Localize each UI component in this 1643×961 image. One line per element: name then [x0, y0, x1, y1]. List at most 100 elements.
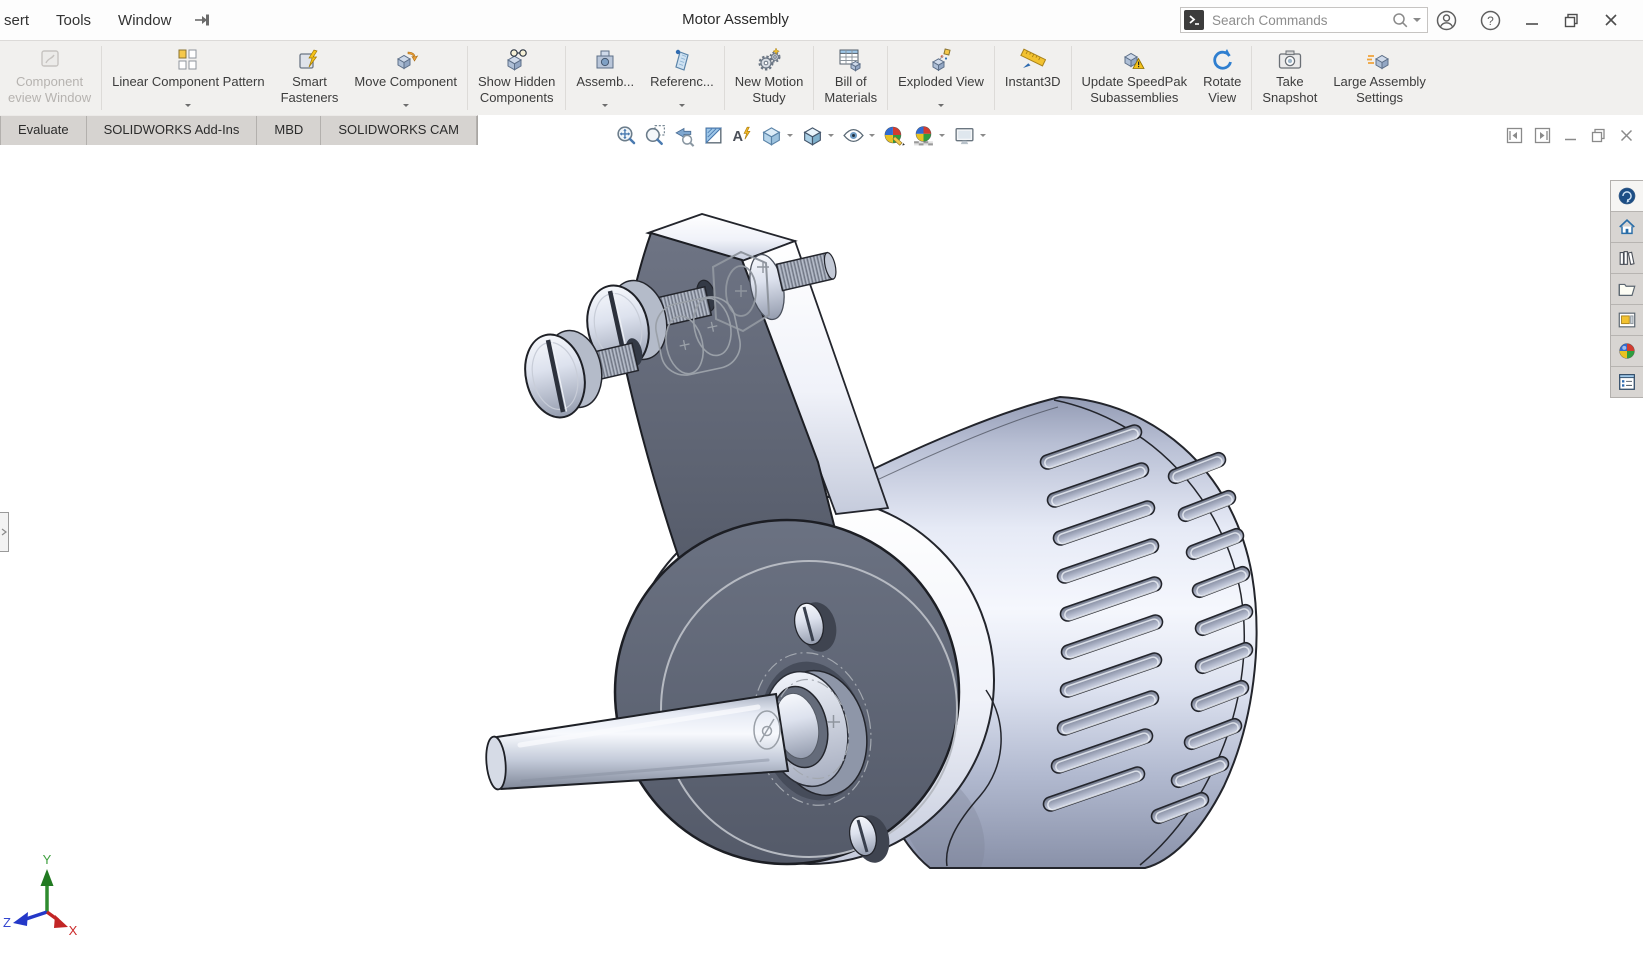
linear-component-pattern-icon	[176, 46, 200, 74]
account-button[interactable]	[1436, 10, 1457, 31]
ribbon-button-bill-of-materials[interactable]: Bill of Materials	[816, 41, 885, 115]
graphics-area[interactable]: Y Z X	[0, 145, 1643, 956]
restore-window-button[interactable]	[1563, 12, 1580, 29]
user-account-icon	[1436, 10, 1457, 31]
solidworks-search-icon	[1184, 10, 1204, 30]
ribbon-separator	[994, 46, 995, 110]
ribbon-button-exploded-view[interactable]: Exploded View	[890, 41, 992, 115]
help-button[interactable]: ?	[1480, 10, 1501, 31]
tab-solidworks-cam[interactable]: SOLIDWORKS CAM	[321, 116, 477, 145]
apply-scene-icon	[912, 124, 935, 147]
ribbon-button-rotate-view[interactable]: Rotate View	[1195, 41, 1249, 115]
ribbon-button-smart-fasteners[interactable]: Smart Fasteners	[273, 41, 347, 115]
menu-window[interactable]: Window	[118, 12, 171, 29]
dropdown-caret-icon[interactable]	[869, 134, 875, 140]
menu-insert[interactable]: sert	[4, 12, 29, 29]
restore-icon	[1563, 12, 1580, 29]
ribbon-separator	[887, 46, 888, 110]
dropdown-caret-icon[interactable]	[828, 134, 834, 140]
ribbon-button-new-motion-study[interactable]: New Motion Study	[727, 41, 812, 115]
dropdown-caret-icon[interactable]	[403, 104, 409, 110]
triad-y-arrow	[41, 869, 54, 886]
orientation-triad: Y Z X	[3, 852, 78, 938]
pin-icon	[194, 13, 212, 27]
ribbon-separator	[813, 46, 814, 110]
dropdown-caret-icon[interactable]	[185, 104, 191, 110]
svg-text:?: ?	[1487, 14, 1494, 28]
instant3d-icon	[1020, 46, 1046, 74]
ribbon-button-take-snapshot[interactable]: Take Snapshot	[1254, 41, 1325, 115]
split-pane-left-button[interactable]	[1505, 126, 1523, 144]
pane-right-icon	[1534, 127, 1551, 144]
dropdown-caret-icon[interactable]	[939, 134, 945, 140]
restore-document-button[interactable]	[1589, 126, 1607, 144]
dropdown-caret-icon[interactable]	[787, 134, 793, 140]
dropdown-caret-icon[interactable]	[980, 134, 986, 140]
exploded-view-icon	[928, 46, 954, 74]
update-speedpak-icon	[1121, 46, 1147, 74]
assembly-3d-view[interactable]: Y Z X	[0, 145, 1643, 956]
ribbon-button-instant3d[interactable]: Instant3D	[997, 41, 1069, 115]
previous-view-icon	[673, 124, 696, 147]
ribbon-button-update-speedpak-subassemblies[interactable]: Update SpeedPak Subassemblies	[1074, 41, 1196, 115]
ribbon-button-linear-component-pattern[interactable]: Linear Component Pattern	[104, 41, 272, 115]
zoom-to-fit-icon	[615, 124, 638, 147]
bill-of-materials-icon	[838, 46, 864, 74]
restore-icon	[1590, 127, 1607, 144]
command-manager-tabs: Evaluate SOLIDWORKS Add-Ins MBD SOLIDWOR…	[0, 115, 478, 145]
help-icon: ?	[1480, 10, 1501, 31]
search-dropdown-caret-icon[interactable]	[1413, 18, 1421, 26]
ribbon-button-show-hidden-components[interactable]: Show Hidden Components	[470, 41, 563, 115]
search-icon	[1392, 12, 1409, 29]
dropdown-caret-icon[interactable]	[938, 104, 944, 110]
minimize-icon	[1563, 128, 1578, 143]
tab-evaluate[interactable]: Evaluate	[0, 116, 87, 145]
menu-tools[interactable]: Tools	[56, 12, 91, 29]
ribbon-button-component-preview-window: Component eview Window	[0, 41, 99, 115]
dropdown-caret-icon[interactable]	[602, 104, 608, 110]
tab-solidworks-add-ins[interactable]: SOLIDWORKS Add-Ins	[87, 116, 258, 145]
close-icon	[1603, 12, 1619, 28]
close-document-button[interactable]	[1617, 126, 1635, 144]
smart-fasteners-icon	[297, 46, 321, 74]
menu-pin-button[interactable]	[194, 13, 212, 27]
ribbon-separator	[1071, 46, 1072, 110]
search-button[interactable]	[1392, 12, 1409, 29]
command-manager-ribbon: Component eview Window Linear Component …	[0, 41, 1643, 115]
minimize-document-button[interactable]	[1561, 126, 1579, 144]
zoom-to-area-icon	[644, 124, 667, 147]
minimize-icon	[1524, 12, 1540, 28]
close-window-button[interactable]	[1603, 12, 1619, 28]
large-assembly-settings-icon	[1367, 46, 1393, 74]
ribbon-button-large-assembly-settings[interactable]: Large Assembly Settings	[1325, 41, 1434, 115]
dropdown-caret-icon[interactable]	[679, 104, 685, 110]
feature-manager-flyout-tab[interactable]	[0, 512, 9, 552]
ribbon-button-reference-geometry[interactable]: Referenc...	[642, 41, 722, 115]
reference-geometry-icon	[670, 46, 694, 74]
assembly-features-icon	[593, 46, 617, 74]
minimize-window-button[interactable]	[1524, 12, 1540, 28]
view-orientation-icon	[760, 124, 783, 147]
pane-left-icon	[1506, 127, 1523, 144]
display-style-icon	[801, 124, 824, 147]
tab-mbd[interactable]: MBD	[257, 116, 321, 145]
ribbon-separator	[565, 46, 566, 110]
show-hidden-components-icon	[504, 46, 530, 74]
ribbon-button-assembly-features[interactable]: Assemb...	[568, 41, 642, 115]
edit-appearance-icon	[883, 124, 906, 147]
close-icon	[1619, 128, 1634, 143]
triad-x-arrow	[54, 915, 68, 928]
search-commands-input[interactable]	[1210, 12, 1392, 29]
menu-bar: sert Tools Window	[4, 0, 212, 40]
component-preview-window-icon	[37, 46, 63, 74]
ribbon-button-move-component[interactable]: Move Component	[346, 41, 465, 115]
new-motion-study-icon	[756, 46, 782, 74]
eye-icon	[842, 124, 865, 147]
take-snapshot-icon	[1277, 46, 1303, 74]
split-pane-right-button[interactable]	[1533, 126, 1551, 144]
document-window-controls	[1505, 126, 1635, 144]
title-bar: sert Tools Window Motor Assembly	[0, 0, 1643, 41]
svg-text:Z: Z	[3, 915, 11, 930]
search-commands-box[interactable]	[1180, 7, 1428, 33]
section-view-icon	[702, 124, 725, 147]
